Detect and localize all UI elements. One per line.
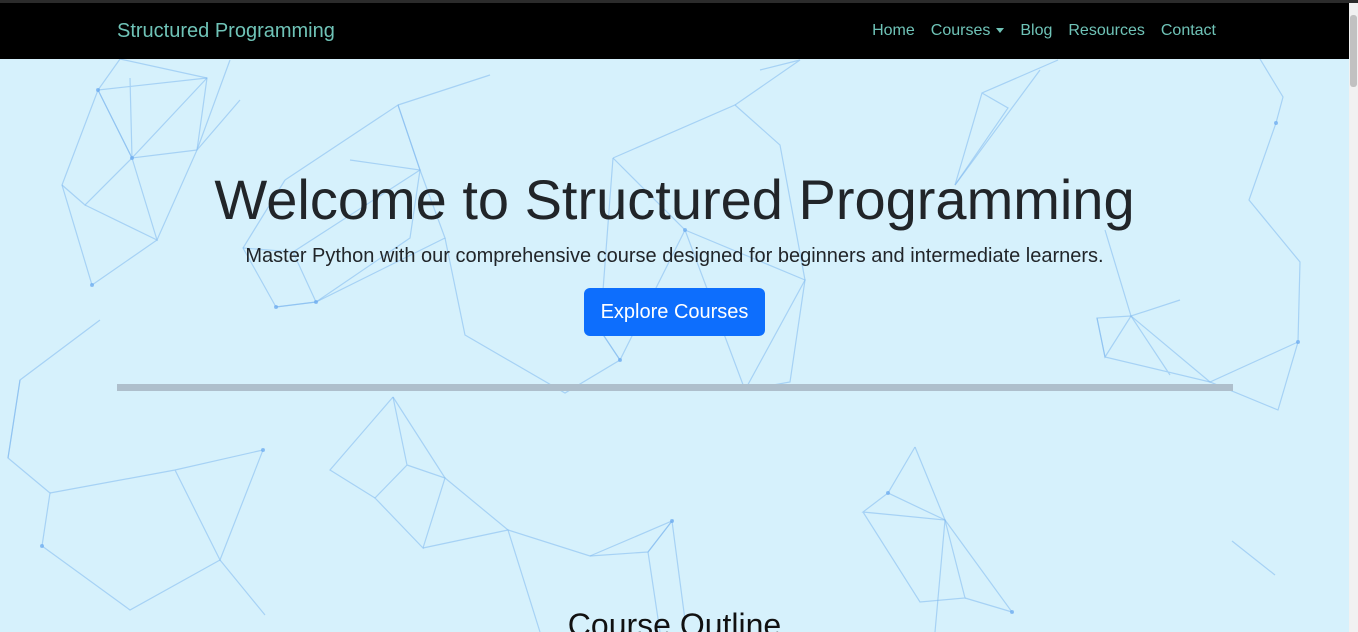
nav-item-courses-label: Courses xyxy=(930,22,991,39)
course-outline-heading: Course Outline xyxy=(567,607,782,632)
explore-courses-button[interactable]: Explore Courses xyxy=(584,288,765,336)
nav-item-blog[interactable]: Blog xyxy=(1012,22,1060,40)
vertical-scrollbar[interactable] xyxy=(1349,3,1358,632)
scrollbar-thumb[interactable] xyxy=(1350,15,1357,87)
hero-subtitle: Master Python with our comprehensive cou… xyxy=(245,245,1104,267)
nav-item-resources[interactable]: Resources xyxy=(1060,22,1152,40)
nav-item-resources-label: Resources xyxy=(1068,22,1145,39)
nav-item-contact-label: Contact xyxy=(1160,22,1216,39)
nav-item-home-label: Home xyxy=(872,22,915,39)
section-divider xyxy=(117,384,1233,391)
nav-menu: Home Courses Blog Resources Contact xyxy=(864,22,1224,40)
nav-item-home[interactable]: Home xyxy=(864,22,923,40)
hero-title: Welcome to Structured Programming xyxy=(214,168,1135,231)
caret-down-icon xyxy=(996,27,1005,33)
network-background xyxy=(7,59,1301,632)
nav-item-blog-label: Blog xyxy=(1020,22,1053,39)
nav-item-courses[interactable]: Courses xyxy=(923,22,1013,40)
top-navbar: Structured Programming Home Courses Blog… xyxy=(0,3,1349,59)
nav-item-contact[interactable]: Contact xyxy=(1153,22,1224,40)
brand-link[interactable]: Structured Programming xyxy=(117,20,335,43)
